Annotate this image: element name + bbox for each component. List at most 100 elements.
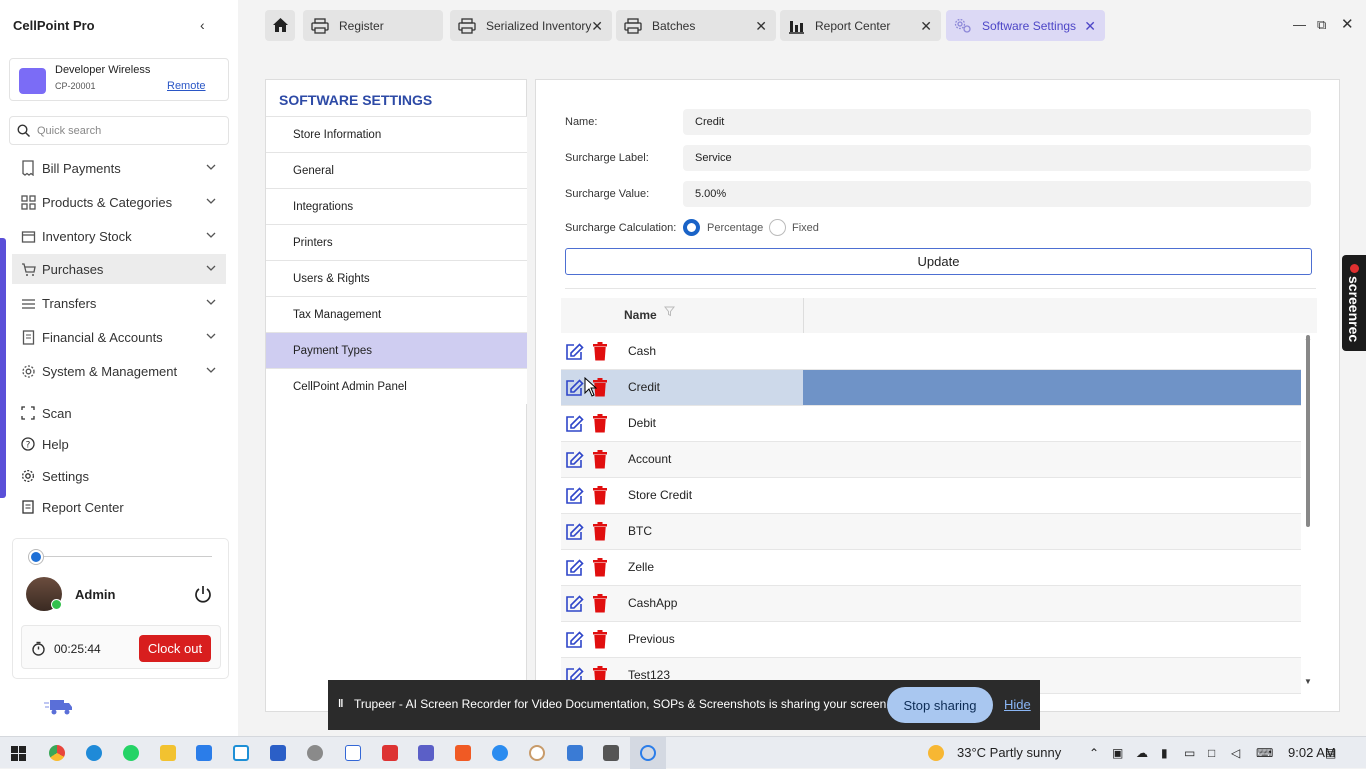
edit-icon[interactable] (565, 451, 584, 469)
edit-icon[interactable] (565, 523, 584, 541)
nav-report-center[interactable]: Report Center (12, 492, 226, 522)
settings-item-store-information[interactable]: Store Information (266, 116, 527, 152)
edit-icon[interactable] (565, 595, 584, 613)
trash-icon[interactable] (593, 630, 607, 649)
stop-sharing-button[interactable]: Stop sharing (887, 687, 993, 723)
tab-home[interactable] (265, 10, 295, 41)
restore-icon[interactable]: ⧉ (1317, 17, 1326, 33)
settings-item-users-rights[interactable]: Users & Rights (266, 260, 527, 296)
name-column-header[interactable]: Name (624, 308, 657, 322)
tab-software-settings[interactable]: Software Settings ✕ (946, 10, 1105, 41)
edit-icon[interactable] (565, 343, 584, 361)
clock-out-button[interactable]: Clock out (139, 635, 211, 662)
app-icon[interactable] (233, 745, 249, 761)
quick-search-input[interactable]: Quick search (9, 116, 229, 145)
trash-icon[interactable] (593, 558, 607, 577)
language-icon[interactable]: ⌨ (1256, 746, 1273, 760)
settings-item-general[interactable]: General (266, 152, 527, 188)
table-row[interactable]: Previous (561, 622, 1301, 658)
collapse-sidebar-icon[interactable]: ‹ (200, 17, 205, 33)
whatsapp-icon[interactable] (123, 745, 139, 761)
edit-icon[interactable] (565, 379, 584, 397)
windows-start-icon[interactable] (11, 746, 26, 761)
name-field[interactable]: Credit (683, 109, 1311, 135)
avatar[interactable] (26, 577, 62, 611)
tray-icon[interactable]: ▣ (1112, 746, 1123, 760)
tab-batches[interactable]: Batches ✕ (616, 10, 776, 41)
close-icon[interactable]: ✕ (920, 18, 932, 35)
edit-icon[interactable] (565, 415, 584, 433)
nav-scan[interactable]: Scan (12, 398, 226, 428)
screenrec-widget[interactable]: screenrec (1342, 255, 1366, 351)
slider-handle[interactable] (29, 550, 43, 564)
chrome-icon[interactable] (49, 745, 65, 761)
app-icon[interactable] (492, 745, 508, 761)
battery-icon[interactable]: ▭ (1184, 746, 1195, 760)
teams-icon[interactable] (418, 745, 434, 761)
trash-icon[interactable] (593, 594, 607, 613)
update-button[interactable]: Update (565, 248, 1312, 275)
table-row[interactable]: BTC (561, 514, 1301, 550)
nav-settings[interactable]: Settings (12, 461, 226, 491)
cellpoint-icon[interactable] (270, 745, 286, 761)
nav-system-management[interactable]: System & Management (12, 356, 226, 386)
nav-transfers[interactable]: Transfers (12, 288, 226, 318)
table-row[interactable]: Store Credit (561, 478, 1301, 514)
minimize-icon[interactable]: — (1293, 17, 1306, 32)
weather-text[interactable]: 33°C Partly sunny (957, 745, 1061, 760)
network-icon[interactable]: □ (1208, 746, 1215, 760)
microphone-icon[interactable]: ▮ (1161, 746, 1168, 760)
scroll-down-arrow[interactable]: ▼ (1304, 677, 1312, 686)
trash-icon[interactable] (593, 342, 607, 361)
fixed-radio[interactable] (769, 219, 786, 236)
volume-icon[interactable]: ◁ (1231, 746, 1240, 760)
remote-link[interactable]: Remote (167, 80, 206, 92)
edit-icon[interactable] (565, 559, 584, 577)
notification-icon[interactable]: ▤ (1325, 746, 1336, 760)
weather-icon[interactable] (928, 745, 944, 761)
close-icon[interactable]: ✕ (591, 18, 603, 35)
percentage-radio[interactable] (683, 219, 700, 236)
app-icon[interactable] (345, 745, 361, 761)
hide-link[interactable]: Hide (1004, 697, 1031, 712)
edge-icon[interactable] (86, 745, 102, 761)
table-row[interactable]: CashApp (561, 586, 1301, 622)
edit-icon[interactable] (565, 487, 584, 505)
table-row[interactable]: Debit (561, 406, 1301, 442)
surcharge-value-field[interactable]: 5.00% (683, 181, 1311, 207)
tab-register[interactable]: Register (303, 10, 443, 41)
power-icon[interactable] (193, 584, 213, 604)
store-card[interactable]: Developer Wireless CP-20001 Remote (9, 58, 229, 101)
settings-item-integrations[interactable]: Integrations (266, 188, 527, 224)
settings-item-admin-panel[interactable]: CellPoint Admin Panel (266, 368, 527, 404)
nav-products-categories[interactable]: Products & Categories (12, 187, 226, 217)
table-row[interactable]: Cash (561, 334, 1301, 370)
app-icon[interactable] (382, 745, 398, 761)
trash-icon[interactable] (593, 522, 607, 541)
cloud-icon[interactable]: ☁ (1136, 746, 1148, 760)
truck-icon[interactable] (44, 697, 74, 717)
chevron-up-icon[interactable]: ⌃ (1089, 746, 1099, 760)
nav-bill-payments[interactable]: Bill Payments (12, 153, 226, 183)
close-window-icon[interactable]: ✕ (1341, 15, 1354, 33)
close-icon[interactable]: ✕ (1084, 18, 1096, 35)
tab-serialized-inventory[interactable]: Serialized Inventory ✕ (450, 10, 612, 41)
surcharge-label-field[interactable]: Service (683, 145, 1311, 171)
edit-icon[interactable] (565, 631, 584, 649)
loading-icon[interactable] (640, 745, 656, 761)
calculator-icon[interactable] (603, 745, 619, 761)
vertical-scrollbar[interactable] (1306, 335, 1310, 527)
app-icon[interactable] (307, 745, 323, 761)
tab-report-center[interactable]: Report Center ✕ (780, 10, 941, 41)
close-icon[interactable]: ✕ (755, 18, 767, 35)
trash-icon[interactable] (593, 450, 607, 469)
nav-purchases[interactable]: Purchases (12, 254, 226, 284)
file-explorer-icon[interactable] (160, 745, 176, 761)
settings-item-payment-types[interactable]: Payment Types (266, 332, 527, 368)
trash-icon[interactable] (593, 414, 607, 433)
brave-icon[interactable] (455, 745, 471, 761)
table-row[interactable]: Account (561, 442, 1301, 478)
nav-financial-accounts[interactable]: Financial & Accounts (12, 322, 226, 352)
nav-inventory-stock[interactable]: Inventory Stock (12, 221, 226, 251)
table-row[interactable]: Zelle (561, 550, 1301, 586)
